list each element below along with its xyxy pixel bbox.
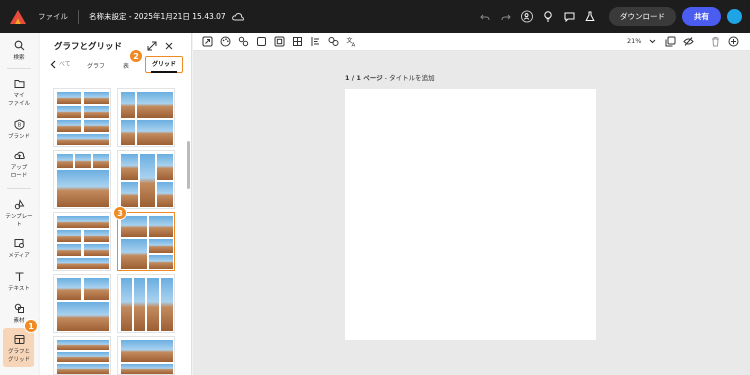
tab-graph[interactable]: グラフ: [87, 61, 105, 70]
rail-item-text[interactable]: テキスト: [0, 271, 38, 292]
add-page-icon[interactable]: [728, 36, 739, 47]
rail-label: テキスト: [8, 286, 30, 292]
step-badge-3: 3: [113, 206, 127, 220]
rail-item-search[interactable]: 検索: [0, 40, 38, 61]
elements-icon: [14, 303, 24, 313]
canvas-toolbar: 文A 21%: [193, 33, 750, 51]
grid-template-thumb[interactable]: [117, 336, 175, 375]
template-icon: [14, 199, 24, 210]
share-button[interactable]: 共有: [682, 7, 721, 26]
translate-icon[interactable]: 文A: [346, 36, 357, 48]
brand-icon: B: [14, 119, 24, 130]
panel-title: グラフとグリッド: [54, 42, 123, 52]
rail-label: テンプレー ト: [5, 214, 33, 228]
rail-item-brand[interactable]: B ブランド: [0, 119, 38, 140]
top-bar: ファイル 名称未設定 - 2025年1月21日 15.43.07 ダウンロード …: [0, 0, 750, 33]
rail-label: 検索: [13, 55, 25, 61]
grid-template-thumb[interactable]: [117, 150, 175, 209]
align-icon[interactable]: [310, 36, 321, 47]
rail-item-media[interactable]: メディア: [0, 238, 38, 259]
rail-label: アップ ロード: [10, 165, 28, 179]
resize-icon[interactable]: [202, 36, 213, 47]
charts-grids-panel: グラフとグリッド べて グラフ 表 グリッド: [40, 33, 192, 375]
expand-icon[interactable]: [147, 41, 157, 51]
upload-icon: [13, 151, 25, 159]
panel-scrollbar[interactable]: [187, 141, 190, 189]
comment-icon[interactable]: [563, 11, 575, 23]
add-user-icon[interactable]: [521, 10, 533, 23]
panel-tabs: べて グラフ 表 グリッド: [50, 56, 184, 73]
page-label[interactable]: 1 / 1 ページ - タイトルを追加: [345, 72, 435, 82]
frame-icon[interactable]: [274, 36, 285, 47]
step-badge-2: 2: [129, 49, 143, 63]
design-page[interactable]: [345, 89, 596, 340]
search-icon: [14, 40, 24, 51]
rail-label: ブランド: [7, 134, 30, 140]
trash-icon[interactable]: [710, 36, 721, 47]
rail-item-templates[interactable]: テンプレー ト: [0, 199, 38, 228]
chevron-left-icon: [50, 60, 56, 69]
rail-label: マイ ファイル: [7, 93, 30, 107]
lightbulb-icon[interactable]: [542, 11, 554, 23]
svg-text:A: A: [352, 43, 356, 48]
link-icon[interactable]: [328, 36, 339, 47]
grid-chart-icon: [14, 335, 24, 344]
palette-icon[interactable]: [220, 36, 231, 47]
copy-page-icon[interactable]: [665, 36, 676, 47]
chevron-down-icon[interactable]: [648, 37, 657, 46]
folder-icon: [14, 80, 24, 88]
grid-template-thumb[interactable]: [53, 212, 111, 271]
media-icon: [14, 239, 24, 248]
page-count: 1 / 1 ページ: [345, 74, 383, 82]
adobe-express-logo[interactable]: [10, 9, 26, 24]
tab-label: べて: [58, 61, 71, 68]
flask-icon[interactable]: [584, 11, 596, 23]
file-menu[interactable]: ファイル: [38, 11, 68, 22]
text-icon: [15, 272, 23, 281]
grid-template-thumb[interactable]: [117, 88, 175, 147]
cloud-sync-icon[interactable]: [231, 12, 244, 22]
rail-item-upload[interactable]: アップ ロード: [0, 150, 38, 179]
rectangle-icon[interactable]: [256, 36, 267, 47]
rail-divider: [7, 188, 31, 189]
rail-label: メディア: [8, 253, 30, 259]
hide-icon[interactable]: [683, 36, 694, 47]
add-title-link[interactable]: - タイトルを追加: [383, 74, 435, 82]
avatar[interactable]: [727, 9, 742, 24]
download-button[interactable]: ダウンロード: [609, 7, 676, 26]
document-title[interactable]: 名称未設定 - 2025年1月21日 15.43.07: [89, 11, 226, 22]
close-icon[interactable]: [164, 41, 174, 51]
layout-icon[interactable]: [292, 36, 303, 47]
undo-icon[interactable]: [479, 11, 491, 23]
redo-icon[interactable]: [500, 11, 512, 23]
grid-template-thumb[interactable]: [53, 88, 111, 147]
active-tab-underline: [151, 71, 177, 73]
divider: [78, 9, 79, 24]
step-badge-1: 1: [24, 319, 38, 333]
rail-item-my-files[interactable]: マイ ファイル: [0, 78, 38, 107]
rail-item-charts-grids[interactable]: グラフと グリッド: [0, 334, 38, 363]
rail-label: 素材: [13, 318, 25, 324]
canvas-area[interactable]: 1 / 1 ページ - タイトルを追加: [193, 51, 750, 375]
grid-template-thumb[interactable]: [117, 274, 175, 333]
rail-label: グラフと グリッド: [7, 349, 30, 363]
zoom-level[interactable]: 21%: [627, 37, 641, 45]
grid-template-thumb[interactable]: [53, 336, 111, 375]
tab-all[interactable]: べて: [50, 59, 71, 69]
svg-text:B: B: [17, 123, 21, 129]
grid-template-thumb-selected[interactable]: [117, 212, 175, 271]
rail-divider: [7, 68, 31, 69]
shapes-icon[interactable]: [238, 36, 249, 47]
grid-template-thumb[interactable]: [53, 150, 111, 209]
tab-table[interactable]: 表: [123, 61, 129, 70]
grid-template-thumb[interactable]: [53, 274, 111, 333]
